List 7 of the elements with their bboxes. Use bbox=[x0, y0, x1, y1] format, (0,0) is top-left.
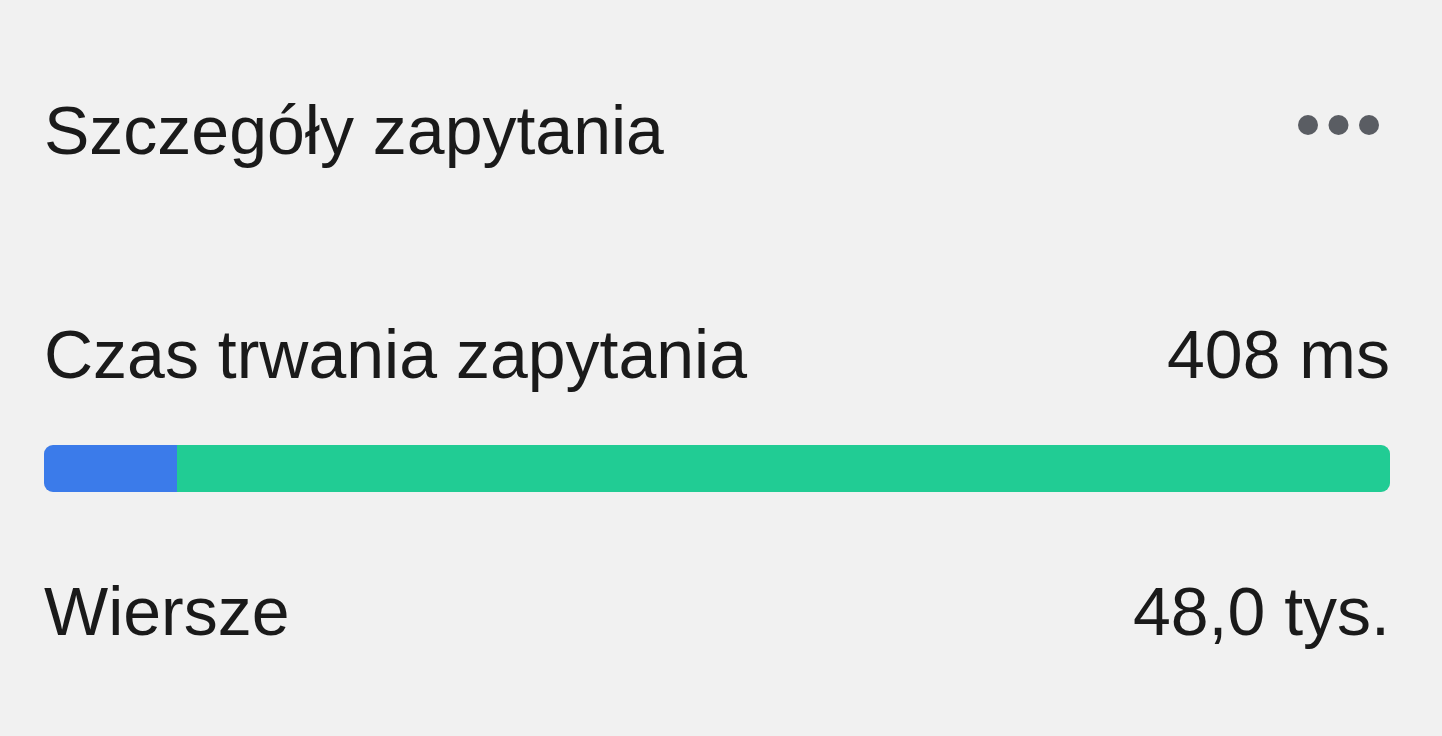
more-button[interactable] bbox=[1298, 115, 1379, 135]
panel-title: Szczegóły zapytania bbox=[44, 91, 664, 170]
metric-label: Wiersze bbox=[44, 572, 290, 651]
metric-value: 408 ms bbox=[1167, 315, 1390, 394]
metric-label: Czas trwania zapytania bbox=[44, 315, 747, 394]
more-icon bbox=[1298, 115, 1379, 135]
metric-value: 48,0 tys. bbox=[1132, 572, 1390, 651]
